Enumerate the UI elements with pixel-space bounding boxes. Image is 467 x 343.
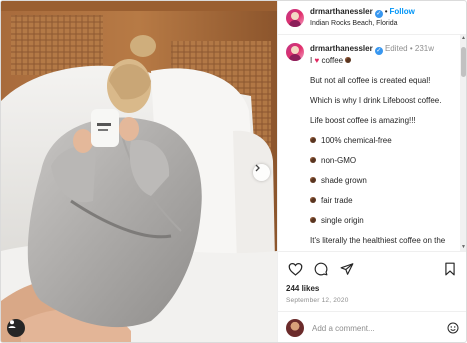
share-button[interactable] [338,260,356,278]
caption-bullet: fair trade [310,195,456,206]
coffee-bean-emoji-icon [310,157,316,163]
caption-bullet: single origin [310,215,456,226]
save-button[interactable] [441,260,459,278]
comment-input[interactable] [312,323,432,333]
chevron-right-icon [255,164,260,172]
post-photo[interactable] [1,1,277,342]
caption-author-avatar[interactable] [286,43,304,61]
next-photo-button[interactable] [253,164,270,181]
heart-icon [288,262,302,276]
scroll-down-arrow-icon[interactable]: ▼ [461,245,466,250]
caption-paragraph: It's literally the healthiest coffee on … [310,236,446,245]
caption-row: drmarthanessler ✓ Edited • 231w I ♥ coffe… [286,43,456,246]
caption-paragraph: Which is why I drink Lifeboost coffee. [310,96,442,105]
post-header: drmarthanessler ✓ • Follow Indian Rocks Bea… [278,1,466,35]
emoji-icon [447,322,459,334]
caption-paragraph: But not all coffee is created equal! [310,76,431,85]
coffee-bean-emoji-icon [310,177,316,183]
post-date[interactable]: September 12, 2020 [286,297,459,304]
verified-badge-icon: ✓ [374,47,383,55]
instagram-post-embed: drmarthanessler ✓ • Follow Indian Rocks Bea… [0,0,467,343]
author-avatar[interactable] [286,8,304,27]
caption-bullet: 100% chemical-free [310,135,456,146]
caption-bullet: shade grown [310,175,456,186]
post-location[interactable]: Indian Rocks Beach, Florida [310,18,415,29]
action-icons [286,260,459,278]
caption-body: drmarthanessler ✓ Edited • 231w I ♥ coffe… [310,43,456,246]
user-tags-button[interactable] [7,319,25,337]
comment-button[interactable] [312,260,330,278]
caption-paragraph: Life boost coffee is amazing!!! [310,116,416,125]
author-username[interactable]: drmarthanessler [310,7,373,16]
caption-bullet: non-GMO [310,155,456,166]
bookmark-icon [445,262,455,276]
add-comment-bar [278,311,466,342]
share-icon [340,263,354,275]
caption-scroll-area[interactable]: drmarthanessler ✓ Edited • 231w I ♥ coffe… [278,35,466,251]
post-actions: 244 likes September 12, 2020 [278,251,466,304]
caption-username[interactable]: drmarthanessler [310,44,373,53]
scroll-up-arrow-icon[interactable]: ▲ [461,36,466,41]
follow-button[interactable]: Follow [390,7,415,16]
post-details-panel: drmarthanessler ✓ • Follow Indian Rocks Bea… [277,1,466,342]
comment-icon [314,262,328,276]
likes-count[interactable]: 244 likes [286,284,459,293]
coffee-bean-emoji-icon [310,197,316,203]
author-info: drmarthanessler ✓ • Follow Indian Rocks Bea… [310,6,415,29]
caption-scrollbar[interactable]: ▲ ▼ [460,35,466,251]
coffee-bean-emoji-icon [310,217,316,223]
current-user-avatar [286,319,304,337]
photo-illustration [1,1,277,342]
caption-first-line: I ♥ coffee [310,55,456,66]
separator-dot: • [384,7,388,16]
like-button[interactable] [286,260,304,278]
coffee-bean-emoji-icon [345,57,352,63]
coffee-bean-emoji-icon [310,137,316,143]
edited-label: Edited [384,44,408,53]
heart-emoji-icon: ♥ [314,56,320,65]
emoji-button[interactable] [447,322,459,334]
verified-badge-icon: ✓ [374,10,383,18]
scrollbar-thumb[interactable] [461,47,466,77]
user-tag-icon [8,320,16,328]
post-age[interactable]: 231w [415,44,434,53]
